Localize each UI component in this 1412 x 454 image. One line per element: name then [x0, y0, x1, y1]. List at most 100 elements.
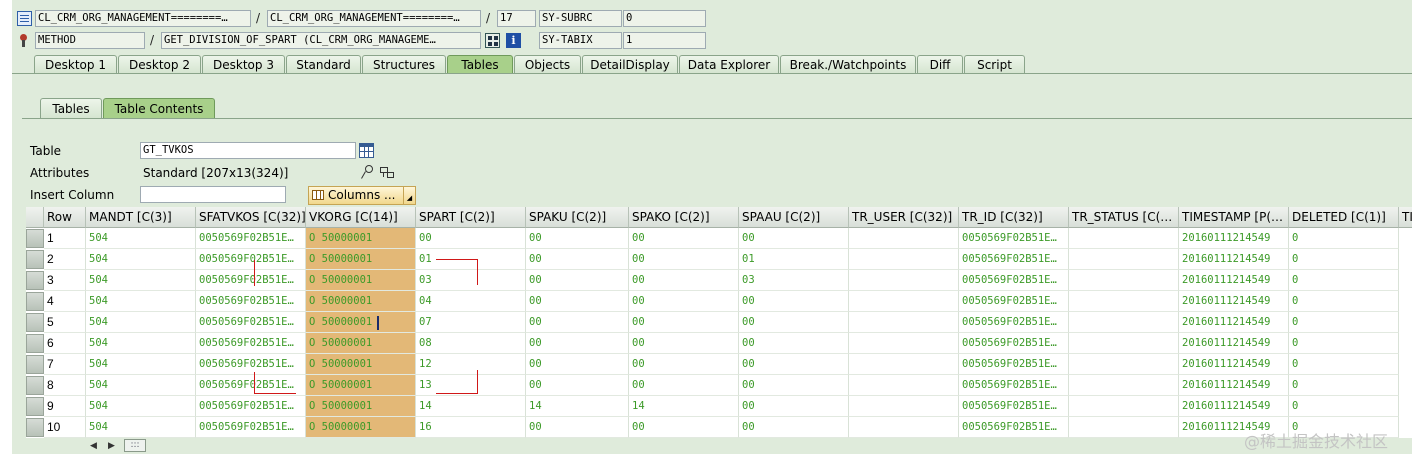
scroll-handle[interactable]: ::: [124, 439, 146, 452]
table-cell-spaku[interactable]: 00 [526, 270, 629, 291]
table-cell-spaku[interactable]: 00 [526, 354, 629, 375]
table-cell-vkorg[interactable]: O 50000001 [306, 417, 416, 438]
tab-desktop-1[interactable]: Desktop 1 [34, 55, 117, 74]
table-cell-spaau[interactable]: 00 [739, 417, 849, 438]
table-cell-tr-user[interactable] [849, 354, 959, 375]
column-header-spaau[interactable]: SPAAU [C(2)] [739, 207, 849, 228]
table-cell-deleted[interactable]: 0 [1289, 375, 1399, 396]
table-cell-spako[interactable]: 00 [629, 375, 739, 396]
columns-button[interactable]: Columns ... ◢ [308, 186, 416, 205]
arrow-right-icon[interactable]: ▶ [108, 440, 115, 452]
table-cell-tr-status[interactable] [1069, 333, 1179, 354]
table-cell-tr-status[interactable] [1069, 417, 1179, 438]
table-cell-timestamp[interactable]: 20160111214549 [1179, 291, 1289, 312]
tab-standard[interactable]: Standard [286, 55, 361, 74]
key-icon[interactable] [359, 165, 374, 180]
table-cell-spaau[interactable]: 00 [739, 228, 849, 249]
table-cell-spart[interactable]: 16 [416, 417, 526, 438]
table-cell-tr-user[interactable] [849, 228, 959, 249]
table-cell-tr-user[interactable] [849, 333, 959, 354]
structure-icon[interactable] [379, 165, 394, 180]
table-cell-sfatvkos[interactable]: 0050569F02B51E… [196, 417, 306, 438]
table-cell-sfatvkos[interactable]: 0050569F02B51E… [196, 249, 306, 270]
row-selector[interactable] [26, 271, 44, 290]
table-cell-timestamp[interactable]: 20160111214549 [1179, 375, 1289, 396]
dropdown-arrow-icon[interactable]: ◢ [403, 187, 415, 204]
table-cell-tr-id[interactable]: 0050569F02B51E… [959, 396, 1069, 417]
table-cell-timestamp[interactable]: 20160111214549 [1179, 228, 1289, 249]
table-cell-timestamp[interactable]: 20160111214549 [1179, 312, 1289, 333]
table-cell-spaku[interactable]: 14 [526, 396, 629, 417]
column-header-deleted[interactable]: DELETED [C(1)] [1289, 207, 1399, 228]
table-cell-tr-user[interactable] [849, 270, 959, 291]
table-select-icon[interactable] [359, 143, 374, 158]
table-cell-tr-user[interactable] [849, 291, 959, 312]
table-cell-mandt[interactable]: 504 [86, 375, 196, 396]
row-selector[interactable] [26, 292, 44, 311]
table-cell-tr-user[interactable] [849, 312, 959, 333]
table-cell-mandt[interactable]: 504 [86, 228, 196, 249]
table-cell-spaku[interactable]: 00 [526, 333, 629, 354]
table-cell-tr-status[interactable] [1069, 291, 1179, 312]
table-cell-mandt[interactable]: 504 [86, 312, 196, 333]
table-cell-tr-status[interactable] [1069, 375, 1179, 396]
table-cell-deleted[interactable]: 0 [1289, 396, 1399, 417]
row-selector[interactable] [26, 376, 44, 395]
table-cell-tr-status[interactable] [1069, 312, 1179, 333]
column-header-ti[interactable]: TI [1399, 207, 1412, 228]
table-cell-deleted[interactable]: 0 [1289, 291, 1399, 312]
table-cell-timestamp[interactable]: 20160111214549 [1179, 354, 1289, 375]
table-cell-spako[interactable]: 00 [629, 312, 739, 333]
column-header-spaku[interactable]: SPAKU [C(2)] [526, 207, 629, 228]
variable-name-field-1[interactable]: SY-SUBRC [539, 10, 622, 27]
table-cell-tr-id[interactable]: 0050569F02B51E… [959, 249, 1069, 270]
table-cell-timestamp[interactable]: 20160111214549 [1179, 249, 1289, 270]
table-cell-deleted[interactable]: 0 [1289, 312, 1399, 333]
table-cell-mandt[interactable]: 504 [86, 333, 196, 354]
table-cell-timestamp[interactable]: 20160111214549 [1179, 333, 1289, 354]
row-selector[interactable] [26, 355, 44, 374]
table-cell-spart[interactable]: 12 [416, 354, 526, 375]
table-cell-sfatvkos[interactable]: 0050569F02B51E… [196, 354, 306, 375]
table-cell-deleted[interactable]: 0 [1289, 333, 1399, 354]
table-cell-spako[interactable]: 00 [629, 228, 739, 249]
table-cell-mandt[interactable]: 504 [86, 396, 196, 417]
column-header-tr-status[interactable]: TR_STATUS [C(… [1069, 207, 1179, 228]
table-cell-tr-user[interactable] [849, 375, 959, 396]
tab-desktop-3[interactable]: Desktop 3 [202, 55, 285, 74]
table-cell-spaku[interactable]: 00 [526, 312, 629, 333]
insert-column-input[interactable] [140, 186, 286, 203]
table-cell-spaau[interactable]: 00 [739, 375, 849, 396]
table-cell-spaau[interactable]: 00 [739, 333, 849, 354]
table-cell-vkorg[interactable]: O 50000001 [306, 375, 416, 396]
row-selector[interactable] [26, 418, 44, 437]
table-cell-vkorg[interactable]: O 50000001 [306, 396, 416, 417]
column-header-timestamp[interactable]: TIMESTAMP [P(… [1179, 207, 1289, 228]
tab-diff[interactable]: Diff [917, 55, 963, 74]
table-cell-spart[interactable]: 03 [416, 270, 526, 291]
table-cell-spako[interactable]: 00 [629, 417, 739, 438]
tab-break-watchpoints[interactable]: Break./Watchpoints [780, 55, 916, 74]
table-cell-sfatvkos[interactable]: 0050569F02B51E… [196, 333, 306, 354]
table-cell-tr-id[interactable]: 0050569F02B51E… [959, 417, 1069, 438]
table-cell-tr-id[interactable]: 0050569F02B51E… [959, 333, 1069, 354]
table-cell-spart[interactable]: 07 [416, 312, 526, 333]
table-cell-spaau[interactable]: 00 [739, 312, 849, 333]
table-cell-tr-id[interactable]: 0050569F02B51E… [959, 354, 1069, 375]
tab-script[interactable]: Script [964, 55, 1025, 74]
table-cell-deleted[interactable]: 0 [1289, 228, 1399, 249]
table-cell-tr-status[interactable] [1069, 396, 1179, 417]
table-cell-spart[interactable]: 00 [416, 228, 526, 249]
table-cell-tr-status[interactable] [1069, 270, 1179, 291]
table-cell-mandt[interactable]: 504 [86, 270, 196, 291]
table-cell-tr-id[interactable]: 0050569F02B51E… [959, 375, 1069, 396]
table-cell-tr-user[interactable] [849, 249, 959, 270]
table-cell-spako[interactable]: 00 [629, 333, 739, 354]
table-cell-spaku[interactable]: 00 [526, 375, 629, 396]
table-cell-spako[interactable]: 00 [629, 249, 739, 270]
table-name-input[interactable]: GT_TVKOS [140, 142, 356, 159]
table-cell-tr-status[interactable] [1069, 249, 1179, 270]
table-cell-spaau[interactable]: 01 [739, 249, 849, 270]
variable-fast-display-icon[interactable] [485, 33, 500, 48]
table-cell-spako[interactable]: 00 [629, 291, 739, 312]
